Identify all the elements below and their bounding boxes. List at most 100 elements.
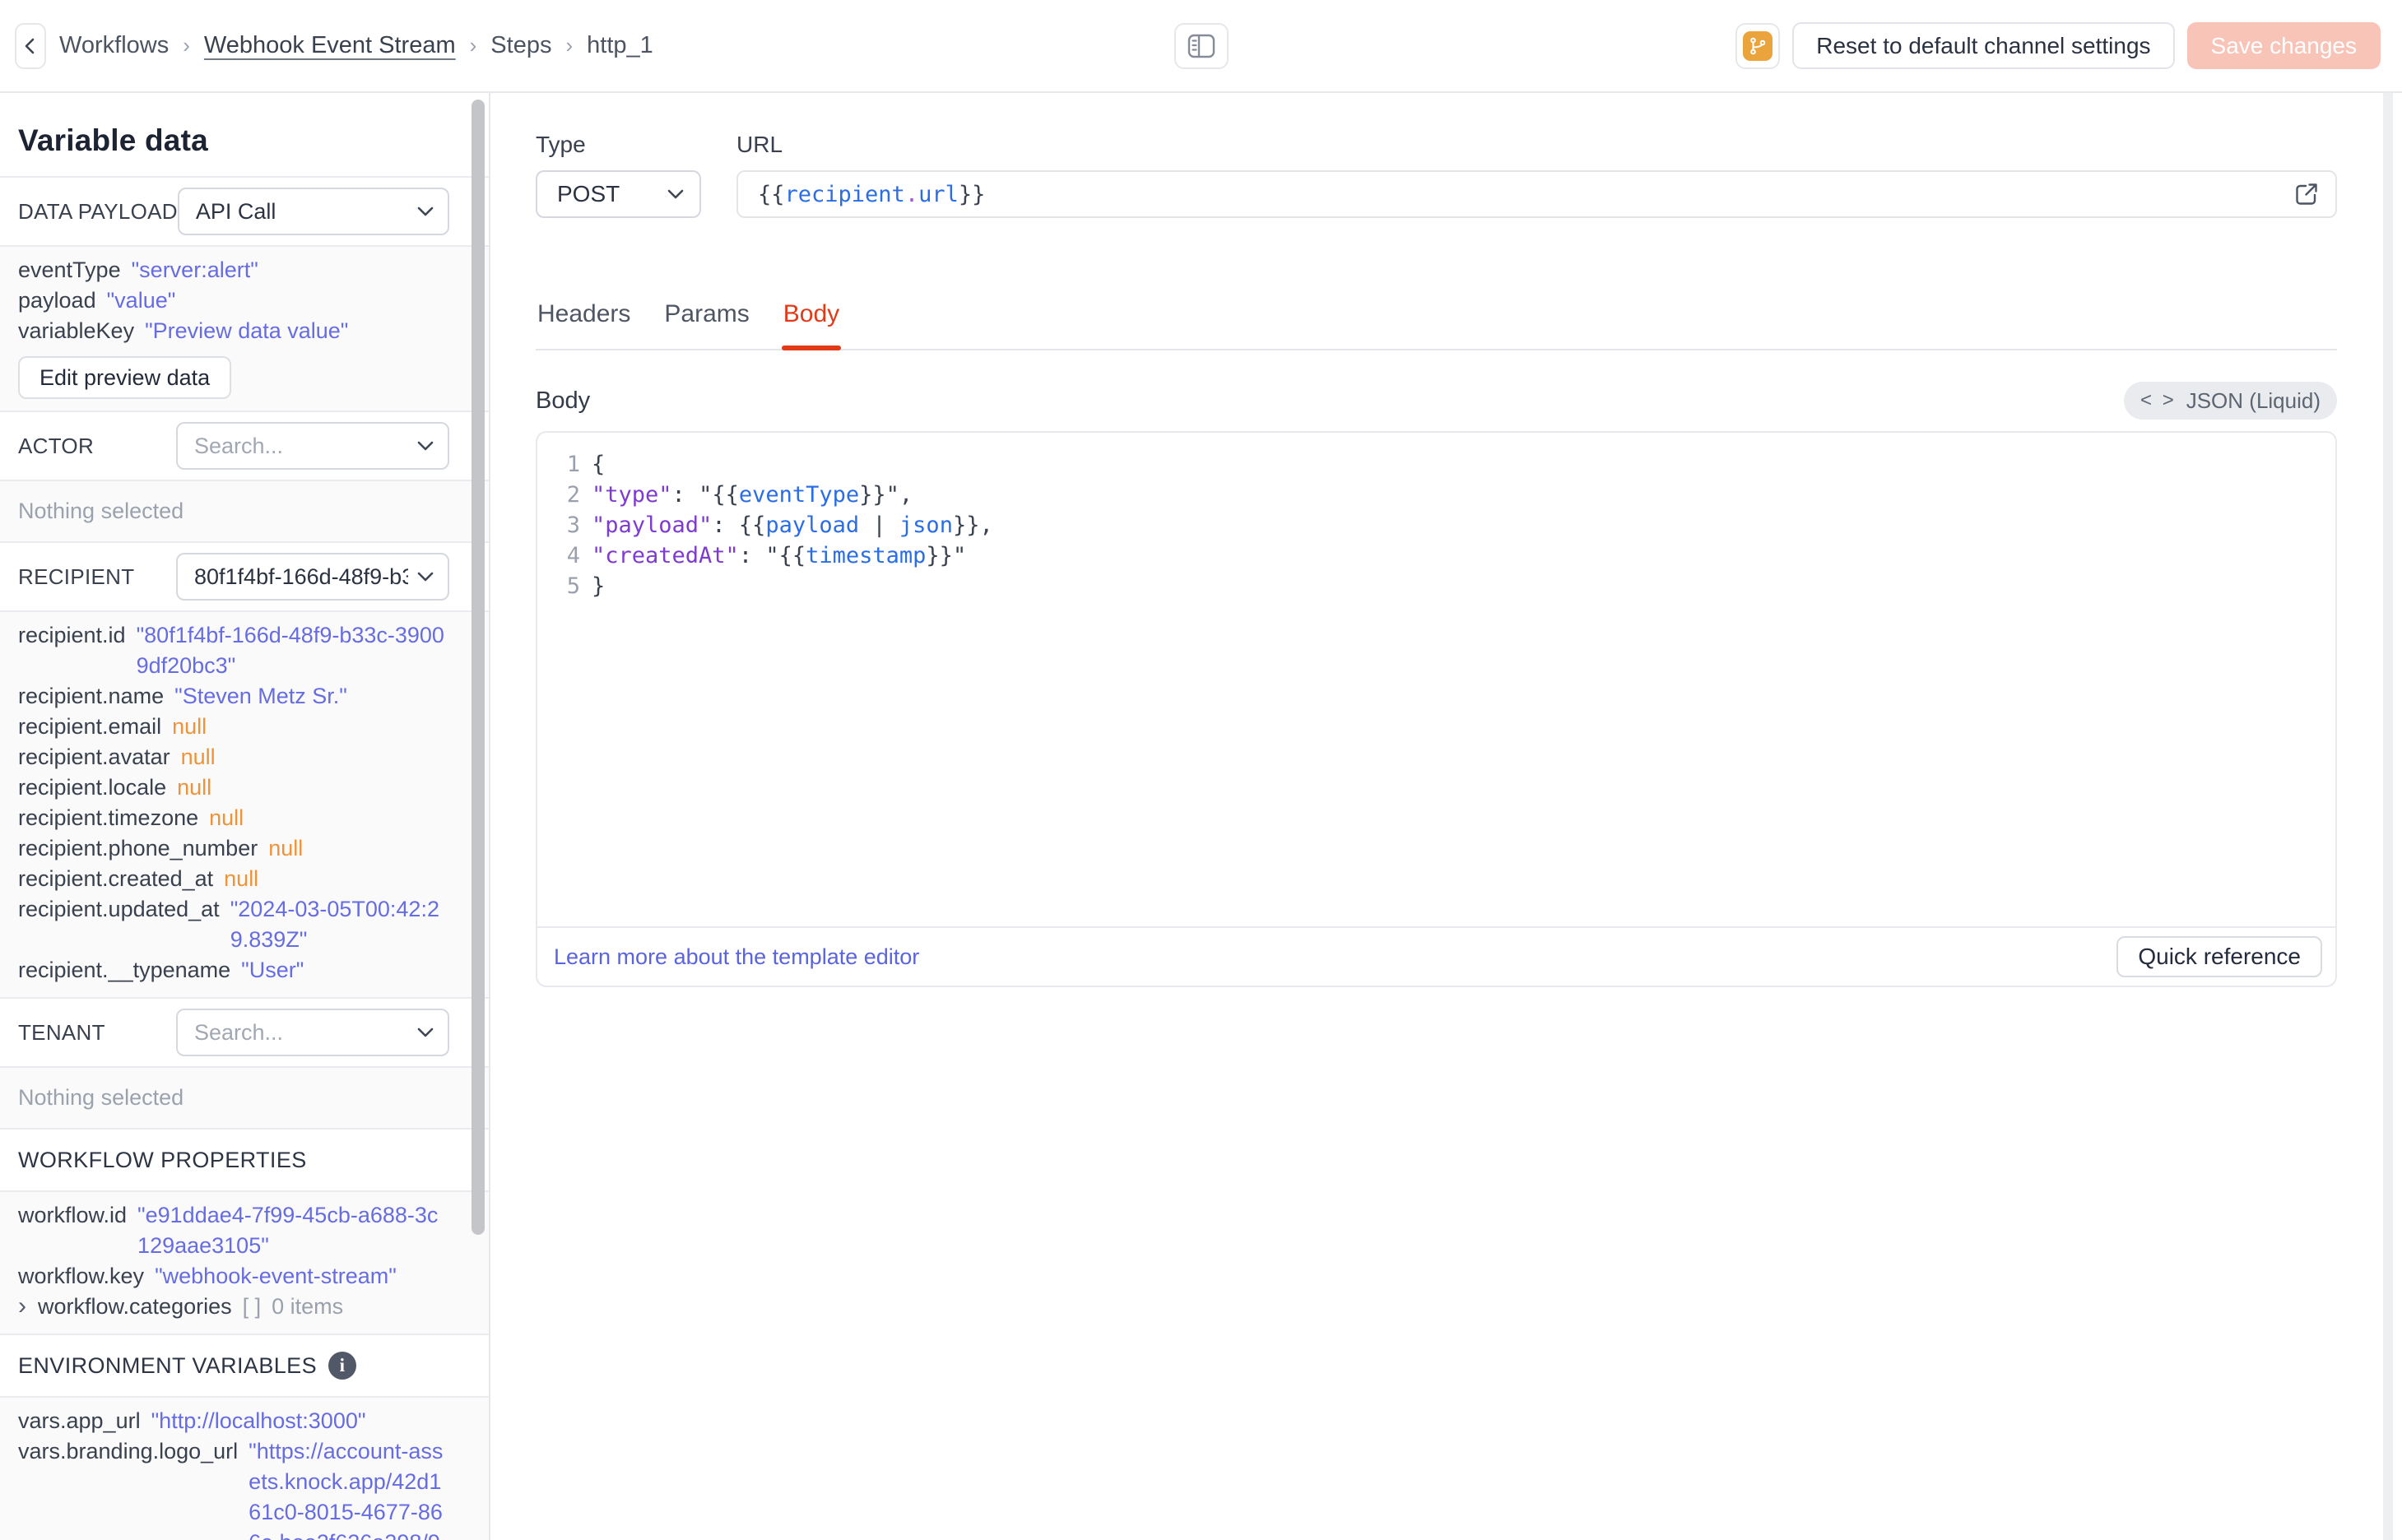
breadcrumb-workflow-link[interactable]: Webhook Event Stream <box>204 32 456 59</box>
actor-select[interactable]: Search... <box>176 422 449 470</box>
tenant-empty-state: Nothing selected <box>0 1066 489 1128</box>
environment-variables-title: ENVIRONMENT VARIABLES <box>18 1353 317 1378</box>
page-scrollbar-track[interactable] <box>2383 93 2393 1540</box>
kv-key: recipient.avatar <box>18 744 170 769</box>
open-external-button[interactable] <box>2293 180 2321 208</box>
quick-reference-button[interactable]: Quick reference <box>2116 936 2322 977</box>
kv-key: recipient.created_at <box>18 866 214 891</box>
code-token: { <box>592 452 606 477</box>
code-line[interactable]: 4 "createdAt": "{{timestamp}}" <box>537 540 2335 571</box>
edit-preview-data-button[interactable]: Edit preview data <box>18 356 232 399</box>
back-button[interactable] <box>15 22 46 69</box>
kv-row: recipient.id "80f1f4bf-166d-48f9-b33c-390… <box>18 620 449 681</box>
data-payload-selected-value: API Call <box>195 198 276 224</box>
kv-row: payload "value" <box>18 285 449 316</box>
recipient-variables-block: recipient.id "80f1f4bf-166d-48f9-b33c-390… <box>0 610 489 997</box>
code-token: " <box>952 543 967 568</box>
url-field: URL {{recipient.url}} <box>736 132 2337 218</box>
code-token: json <box>899 513 953 538</box>
kv-row: vars.app_url "http://localhost:3000" <box>18 1406 449 1436</box>
code-token: } <box>592 573 606 599</box>
code-line[interactable]: 5} <box>537 571 2335 601</box>
code-token: {{ <box>712 482 739 508</box>
kv-value: [ ] <box>242 1294 262 1319</box>
type-field: Type POST <box>536 132 701 218</box>
code-token: }} <box>958 181 986 207</box>
kv-key: recipient.updated_at <box>18 897 220 921</box>
recipient-select[interactable]: 80f1f4bf-166d-48f9-b33c <box>176 553 449 601</box>
external-link-icon <box>2293 180 2321 208</box>
request-config-row: Type POST URL {{recipient.url}} <box>536 132 2337 218</box>
workflow-properties-block: workflow.id "e91ddae4-7f99-45cb-a688-3c12… <box>0 1190 489 1334</box>
kv-key: recipient.id <box>18 623 126 647</box>
save-changes-button[interactable]: Save changes <box>2186 22 2381 69</box>
chevron-right-icon[interactable]: › <box>18 1292 38 1320</box>
code-token: " <box>699 482 713 508</box>
body-code-editor[interactable]: 1{2 "type": "{{eventType}}", 3 "payload": {… <box>537 433 2335 926</box>
commit-status-button[interactable] <box>1735 22 1781 69</box>
code-token: recipient <box>784 181 905 207</box>
chevron-down-icon <box>667 188 685 200</box>
kv-key: recipient.timezone <box>18 805 199 830</box>
code-line[interactable]: 1{ <box>537 449 2335 480</box>
kv-value: "Preview data value" <box>145 318 349 343</box>
code-brackets-icon: < > <box>2140 389 2177 411</box>
url-input[interactable]: {{recipient.url}} <box>736 170 2337 218</box>
kv-value: "server:alert" <box>131 257 258 282</box>
breadcrumb-steps[interactable]: Steps <box>490 32 551 59</box>
breadcrumb-separator: › <box>469 33 477 58</box>
code-token: {{ <box>778 543 806 568</box>
kv-value: "Steven Metz Sr." <box>174 684 347 708</box>
sidebar-scrollbar[interactable] <box>472 100 485 1235</box>
kv-value: null <box>172 714 207 739</box>
kv-value: null <box>180 744 216 769</box>
toggle-sidebar-button[interactable] <box>1173 22 1229 69</box>
code-line-content: "payload": {{payload | json}}, <box>592 510 993 540</box>
type-label: Type <box>536 132 586 157</box>
kv-value: "value" <box>106 288 176 313</box>
kv-value: "2024-03-05T00:42:29.839Z" <box>230 897 439 952</box>
reset-channel-settings-button[interactable]: Reset to default channel settings <box>1792 22 2175 69</box>
code-token: : <box>738 543 766 568</box>
breadcrumb-workflows[interactable]: Workflows <box>59 32 169 59</box>
environment-variables-header: ENVIRONMENT VARIABLES i <box>0 1334 489 1396</box>
variable-data-panel: Variable data DATA PAYLOAD API Call even… <box>0 93 490 1540</box>
tab-body[interactable]: Body <box>781 300 842 350</box>
actor-empty-state: Nothing selected <box>0 480 489 541</box>
code-line[interactable]: 2 "type": "{{eventType}}", <box>537 480 2335 510</box>
tab-headers[interactable]: Headers <box>536 300 632 349</box>
method-select[interactable]: POST <box>536 170 701 218</box>
tenant-select[interactable]: Search... <box>176 1009 449 1056</box>
code-token: "createdAt" <box>592 543 739 568</box>
info-icon[interactable]: i <box>328 1352 356 1380</box>
tenant-row: TENANT Search... <box>0 997 489 1066</box>
header-actions: Reset to default channel settings Save c… <box>1735 22 2381 69</box>
data-payload-label: DATA PAYLOAD <box>18 198 178 224</box>
kv-key: recipient.locale <box>18 775 167 800</box>
data-payload-select[interactable]: API Call <box>177 188 449 235</box>
recipient-row: RECIPIENT 80f1f4bf-166d-48f9-b33c <box>0 541 489 610</box>
language-badge[interactable]: < > JSON (Liquid) <box>2124 382 2337 420</box>
kv-suffix: 0 items <box>272 1294 344 1319</box>
tab-params[interactable]: Params <box>662 300 750 349</box>
template-editor-docs-link[interactable]: Learn more about the template editor <box>554 944 919 970</box>
line-number: 2 <box>566 482 580 508</box>
data-payload-row: DATA PAYLOAD API Call <box>0 176 489 245</box>
tenant-search-placeholder: Search... <box>194 1019 284 1045</box>
kv-row: recipient.phone_number null <box>18 833 449 864</box>
actor-row: ACTOR Search... <box>0 411 489 480</box>
payload-variables-block: eventType "server:alert" payload "value" var… <box>0 245 489 411</box>
kv-key: workflow.id <box>18 1203 128 1227</box>
kv-key: payload <box>18 288 96 313</box>
kv-key: recipient.phone_number <box>18 836 258 860</box>
tenant-label: TENANT <box>18 1019 105 1045</box>
kv-key: eventType <box>18 257 121 282</box>
kv-row: recipient.name "Steven Metz Sr." <box>18 681 449 712</box>
code-token: {{ <box>738 513 766 538</box>
code-line[interactable]: 3 "payload": {{payload | json}}, <box>537 510 2335 540</box>
recipient-selected-value: 80f1f4bf-166d-48f9-b33c <box>194 564 408 589</box>
environment-variables-block: vars.app_url "http://localhost:3000" vars.… <box>0 1396 489 1540</box>
kv-value: null <box>177 775 212 800</box>
code-token: " <box>765 543 779 568</box>
url-value: {{recipient.url}} <box>758 182 2293 207</box>
